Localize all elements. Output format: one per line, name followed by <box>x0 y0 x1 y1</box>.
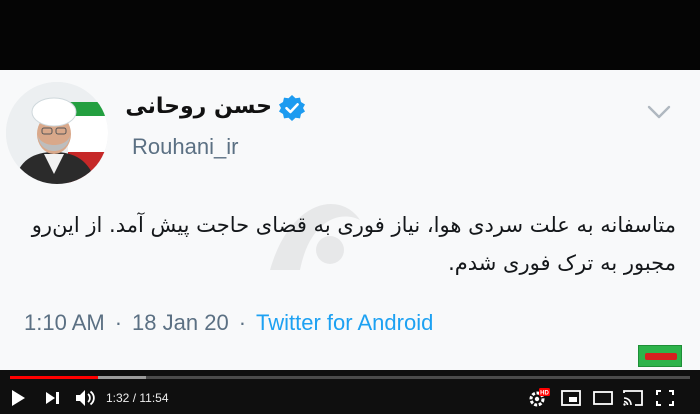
tweet-text: متاسفانه به علت سردی هوا، نیاز فوری به ق… <box>31 213 676 275</box>
cast-icon <box>623 390 643 406</box>
mute-button[interactable] <box>74 388 96 408</box>
tweet-meta: 1:10 AM · 18 Jan 20 · Twitter for Androi… <box>24 308 433 338</box>
hd-badge: HD <box>540 391 549 397</box>
progress-played <box>10 376 98 379</box>
chevron-down-icon[interactable] <box>646 104 672 120</box>
video-frame[interactable]: حسن روحانی Rouhani_ir متاسفانه به علت سر… <box>0 0 700 414</box>
play-button[interactable] <box>8 388 28 408</box>
tweet-card: حسن روحانی Rouhani_ir متاسفانه به علت سر… <box>0 70 700 370</box>
fullscreen-button[interactable] <box>654 388 676 408</box>
tweet-time: 1:10 AM <box>24 310 105 335</box>
video-player[interactable]: حسن روحانی Rouhani_ir متاسفانه به علت سر… <box>0 0 700 414</box>
avatar <box>6 82 108 184</box>
avatar-image <box>6 82 108 184</box>
fullscreen-icon <box>656 390 674 406</box>
theater-icon <box>593 391 613 405</box>
handle[interactable]: Rouhani_ir <box>132 132 238 162</box>
meta-separator: · <box>238 310 247 335</box>
verified-badge-icon <box>279 95 305 121</box>
play-icon <box>12 390 25 406</box>
meta-separator: · <box>114 310 123 335</box>
cast-button[interactable] <box>622 388 644 408</box>
miniplayer-button[interactable] <box>560 388 582 408</box>
player-controls: 1:32 / 11:54 HD <box>0 370 700 414</box>
tweet-source[interactable]: Twitter for Android <box>256 310 433 336</box>
settings-button[interactable]: HD <box>528 388 550 408</box>
tweet-date[interactable]: 18 Jan 20 <box>132 310 229 336</box>
letterbox-top <box>0 0 700 70</box>
theater-mode-button[interactable] <box>592 388 614 408</box>
miniplayer-icon <box>561 390 581 406</box>
subscribe-badge <box>645 353 677 360</box>
gear-icon: HD <box>529 388 550 407</box>
skip-next-icon <box>46 392 59 404</box>
volume-icon <box>76 390 95 406</box>
subscribe-watermark[interactable] <box>638 345 682 367</box>
time-display: 1:32 / 11:54 <box>106 391 169 405</box>
display-name[interactable]: حسن روحانی <box>125 90 272 124</box>
progress-bar[interactable] <box>10 376 690 379</box>
next-button[interactable] <box>44 388 62 408</box>
